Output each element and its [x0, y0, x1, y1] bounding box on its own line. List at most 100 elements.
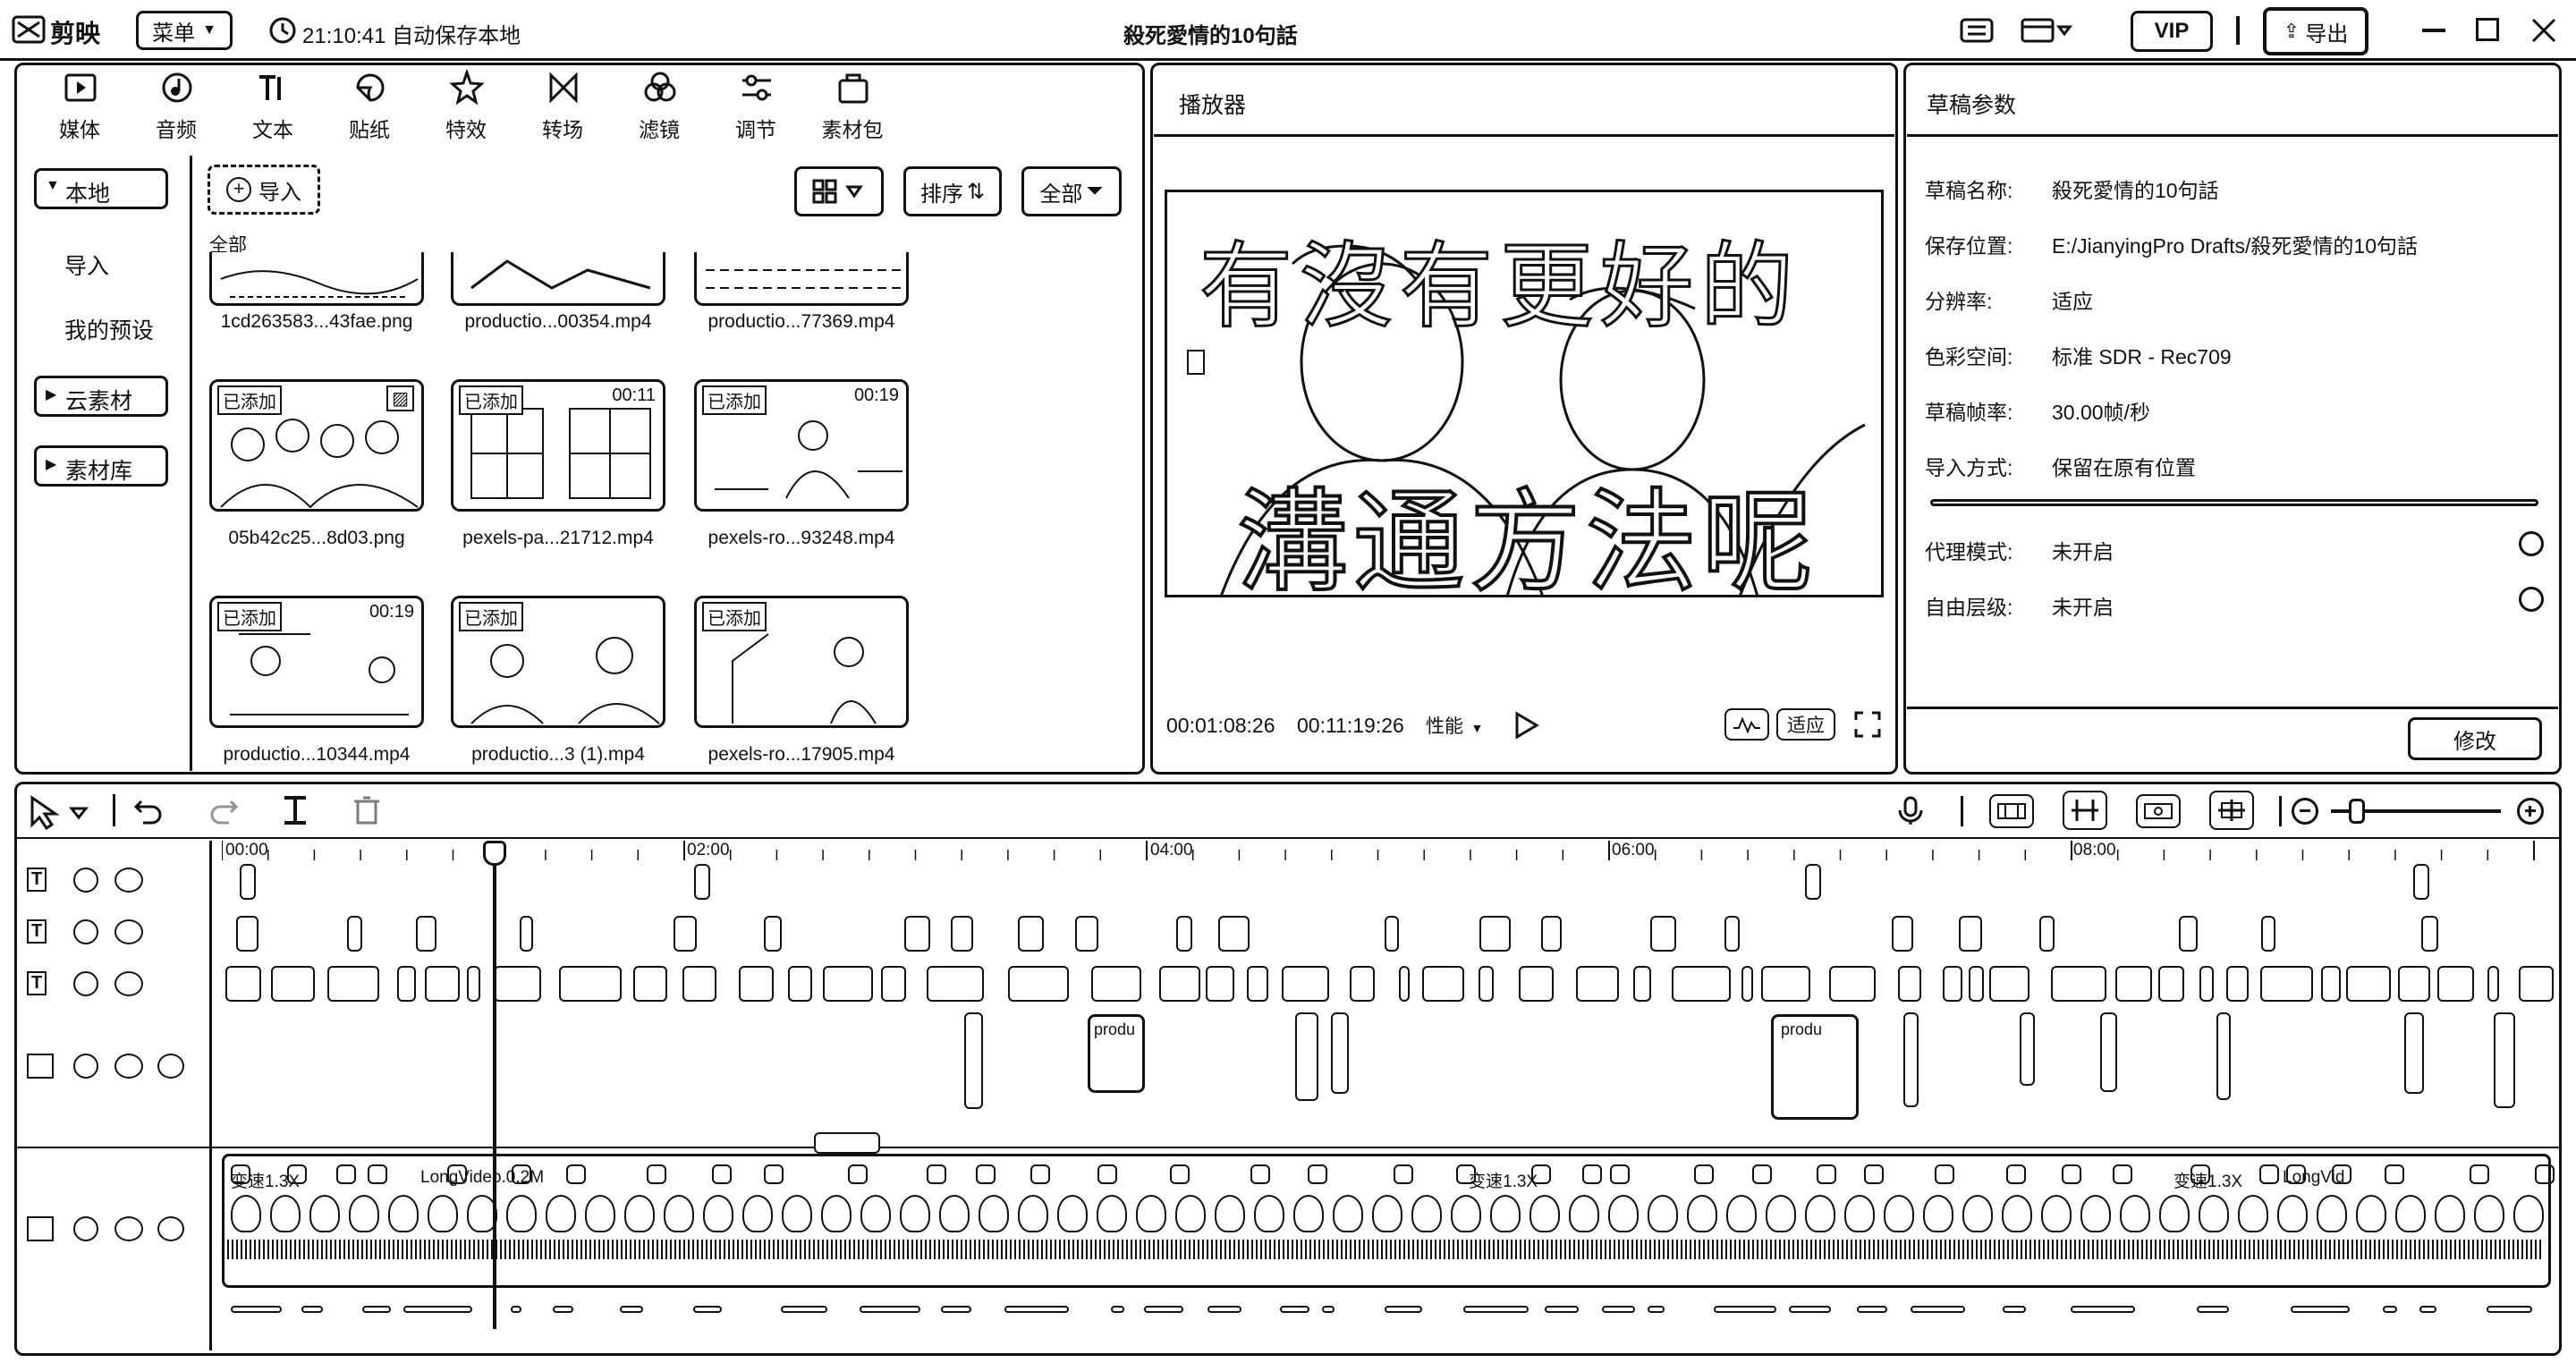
- preview-axis-icon[interactable]: [2209, 791, 2254, 830]
- filter-button[interactable]: 全部 ⏷: [1021, 166, 1122, 216]
- overlay-clip[interactable]: [2020, 1012, 2036, 1087]
- cover-button[interactable]: [814, 1132, 880, 1154]
- text-clip[interactable]: [1218, 916, 1250, 952]
- text-clip[interactable]: [1398, 966, 1410, 1002]
- auto-snap-icon[interactable]: [2063, 791, 2107, 830]
- text-clip[interactable]: [225, 966, 262, 1002]
- info-icon[interactable]: [2519, 587, 2544, 612]
- speaker-icon[interactable]: [157, 1054, 184, 1079]
- select-tool-icon[interactable]: [27, 794, 98, 831]
- keyframe-strip[interactable]: [1544, 1306, 1580, 1313]
- split-icon[interactable]: [279, 794, 311, 826]
- overlay-clip[interactable]: [2494, 1012, 2515, 1109]
- keyframe-strip[interactable]: [619, 1306, 643, 1313]
- lock-icon[interactable]: [73, 971, 98, 996]
- playhead-handle[interactable]: [483, 841, 506, 866]
- text-clip[interactable]: [2050, 966, 2107, 1002]
- keyframe-strip[interactable]: [1004, 1306, 1070, 1313]
- keyframe-strip[interactable]: [301, 1306, 324, 1313]
- sidebar-item-cloud[interactable]: ▶ 云素材: [34, 376, 168, 417]
- keyframe-strip[interactable]: [693, 1306, 722, 1313]
- tab-media[interactable]: 媒体: [41, 70, 118, 141]
- text-clip[interactable]: [2413, 864, 2429, 900]
- lock-icon[interactable]: [73, 1216, 98, 1241]
- text-clip[interactable]: [2225, 966, 2250, 1002]
- text-clip[interactable]: [2038, 916, 2055, 952]
- main-menu-button[interactable]: 菜单 ▼: [136, 11, 233, 50]
- keyframe-strip[interactable]: [1385, 1306, 1423, 1313]
- tab-sticker[interactable]: 贴纸: [331, 70, 408, 141]
- microphone-icon[interactable]: [1894, 794, 1927, 826]
- text-clip[interactable]: [559, 966, 622, 1002]
- text-clip[interactable]: [2158, 966, 2185, 1002]
- lock-icon[interactable]: [73, 919, 98, 944]
- video-preview[interactable]: 有沒有更好的 溝通方法呢: [1165, 190, 1884, 597]
- sidebar-item-library[interactable]: ▶ 素材库: [34, 445, 168, 487]
- tab-transition[interactable]: 转场: [524, 70, 601, 141]
- tab-package[interactable]: 素材包: [814, 70, 891, 141]
- text-clip[interactable]: [1518, 966, 1555, 1002]
- maximize-icon[interactable]: [2476, 18, 2499, 41]
- keyframe-strip[interactable]: [781, 1306, 828, 1313]
- text-clip[interactable]: [904, 916, 930, 952]
- text-clip[interactable]: [2321, 966, 2342, 1002]
- text-clip[interactable]: [1074, 916, 1099, 952]
- keyframe-strip[interactable]: [1279, 1306, 1310, 1313]
- crop-handle-icon[interactable]: [1187, 350, 1205, 375]
- eye-icon[interactable]: [114, 919, 143, 944]
- text-clip[interactable]: [1672, 966, 1731, 1002]
- text-clip[interactable]: [1479, 916, 1512, 952]
- keyframe-strip[interactable]: [2486, 1306, 2532, 1313]
- zoom-in-icon[interactable]: [2517, 798, 2544, 825]
- tab-filter[interactable]: 滤镜: [621, 70, 698, 141]
- linkage-icon[interactable]: [2136, 794, 2181, 828]
- zoom-slider-handle[interactable]: [2349, 799, 2365, 824]
- keyframe-strip[interactable]: [1462, 1306, 1529, 1313]
- text-clip[interactable]: [327, 966, 379, 1002]
- text-clip[interactable]: [425, 966, 461, 1002]
- media-thumbnail[interactable]: 已添加 ▨: [209, 379, 424, 512]
- quality-dropdown[interactable]: 性能 ▼: [1426, 712, 1483, 739]
- keyframe-strip[interactable]: [231, 1306, 283, 1313]
- text-clip[interactable]: [1090, 966, 1142, 1002]
- media-thumbnail[interactable]: [209, 252, 424, 306]
- layout-icon[interactable]: [2020, 16, 2073, 45]
- tab-text[interactable]: 文本: [234, 70, 311, 141]
- text-clip[interactable]: [673, 916, 698, 952]
- overlay-clip[interactable]: produ: [1771, 1014, 1859, 1120]
- text-clip[interactable]: [494, 966, 542, 1002]
- text-clip[interactable]: [2114, 966, 2153, 1002]
- sidebar-item-local[interactable]: ▼ 本地: [34, 168, 168, 209]
- speaker-icon[interactable]: [157, 1216, 184, 1241]
- overlay-clip[interactable]: [2404, 1012, 2425, 1095]
- keyframe-strip[interactable]: [1144, 1306, 1184, 1313]
- keyframe-strip[interactable]: [1601, 1306, 1635, 1313]
- text-clip[interactable]: [1943, 966, 1963, 1002]
- keyframe-strip[interactable]: [402, 1306, 472, 1313]
- text-clip[interactable]: [1159, 966, 1200, 1002]
- sidebar-item-presets[interactable]: 我的预设: [64, 313, 154, 345]
- info-icon[interactable]: [2519, 531, 2544, 556]
- text-clip[interactable]: [2199, 966, 2214, 1002]
- text-clip[interactable]: [2346, 966, 2391, 1002]
- text-clip[interactable]: [1540, 916, 1563, 952]
- media-thumbnail[interactable]: 已添加: [694, 596, 909, 728]
- keyframe-strip[interactable]: [1208, 1306, 1242, 1313]
- text-clip[interactable]: [236, 916, 258, 952]
- text-clip[interactable]: [1968, 966, 1984, 1002]
- text-clip[interactable]: [519, 916, 534, 952]
- sort-button[interactable]: 排序 ⇅: [903, 166, 1002, 216]
- shortcut-keyboard-icon[interactable]: [1959, 16, 1995, 45]
- overlay-clip[interactable]: [1295, 1012, 1319, 1102]
- text-clip[interactable]: [1724, 916, 1741, 952]
- keyframe-strip[interactable]: [553, 1306, 574, 1313]
- media-thumbnail[interactable]: 已添加 00:19: [694, 379, 909, 512]
- time-ruler[interactable]: [221, 841, 2547, 862]
- text-clip[interactable]: [2178, 916, 2199, 952]
- overlay-clip[interactable]: produ: [1088, 1014, 1145, 1093]
- text-clip[interactable]: [738, 966, 774, 1002]
- keyframe-strip[interactable]: [2070, 1306, 2135, 1313]
- zoom-out-icon[interactable]: [2292, 798, 2318, 825]
- keyframe-strip[interactable]: [2291, 1306, 2351, 1313]
- keyframe-strip[interactable]: [940, 1306, 971, 1313]
